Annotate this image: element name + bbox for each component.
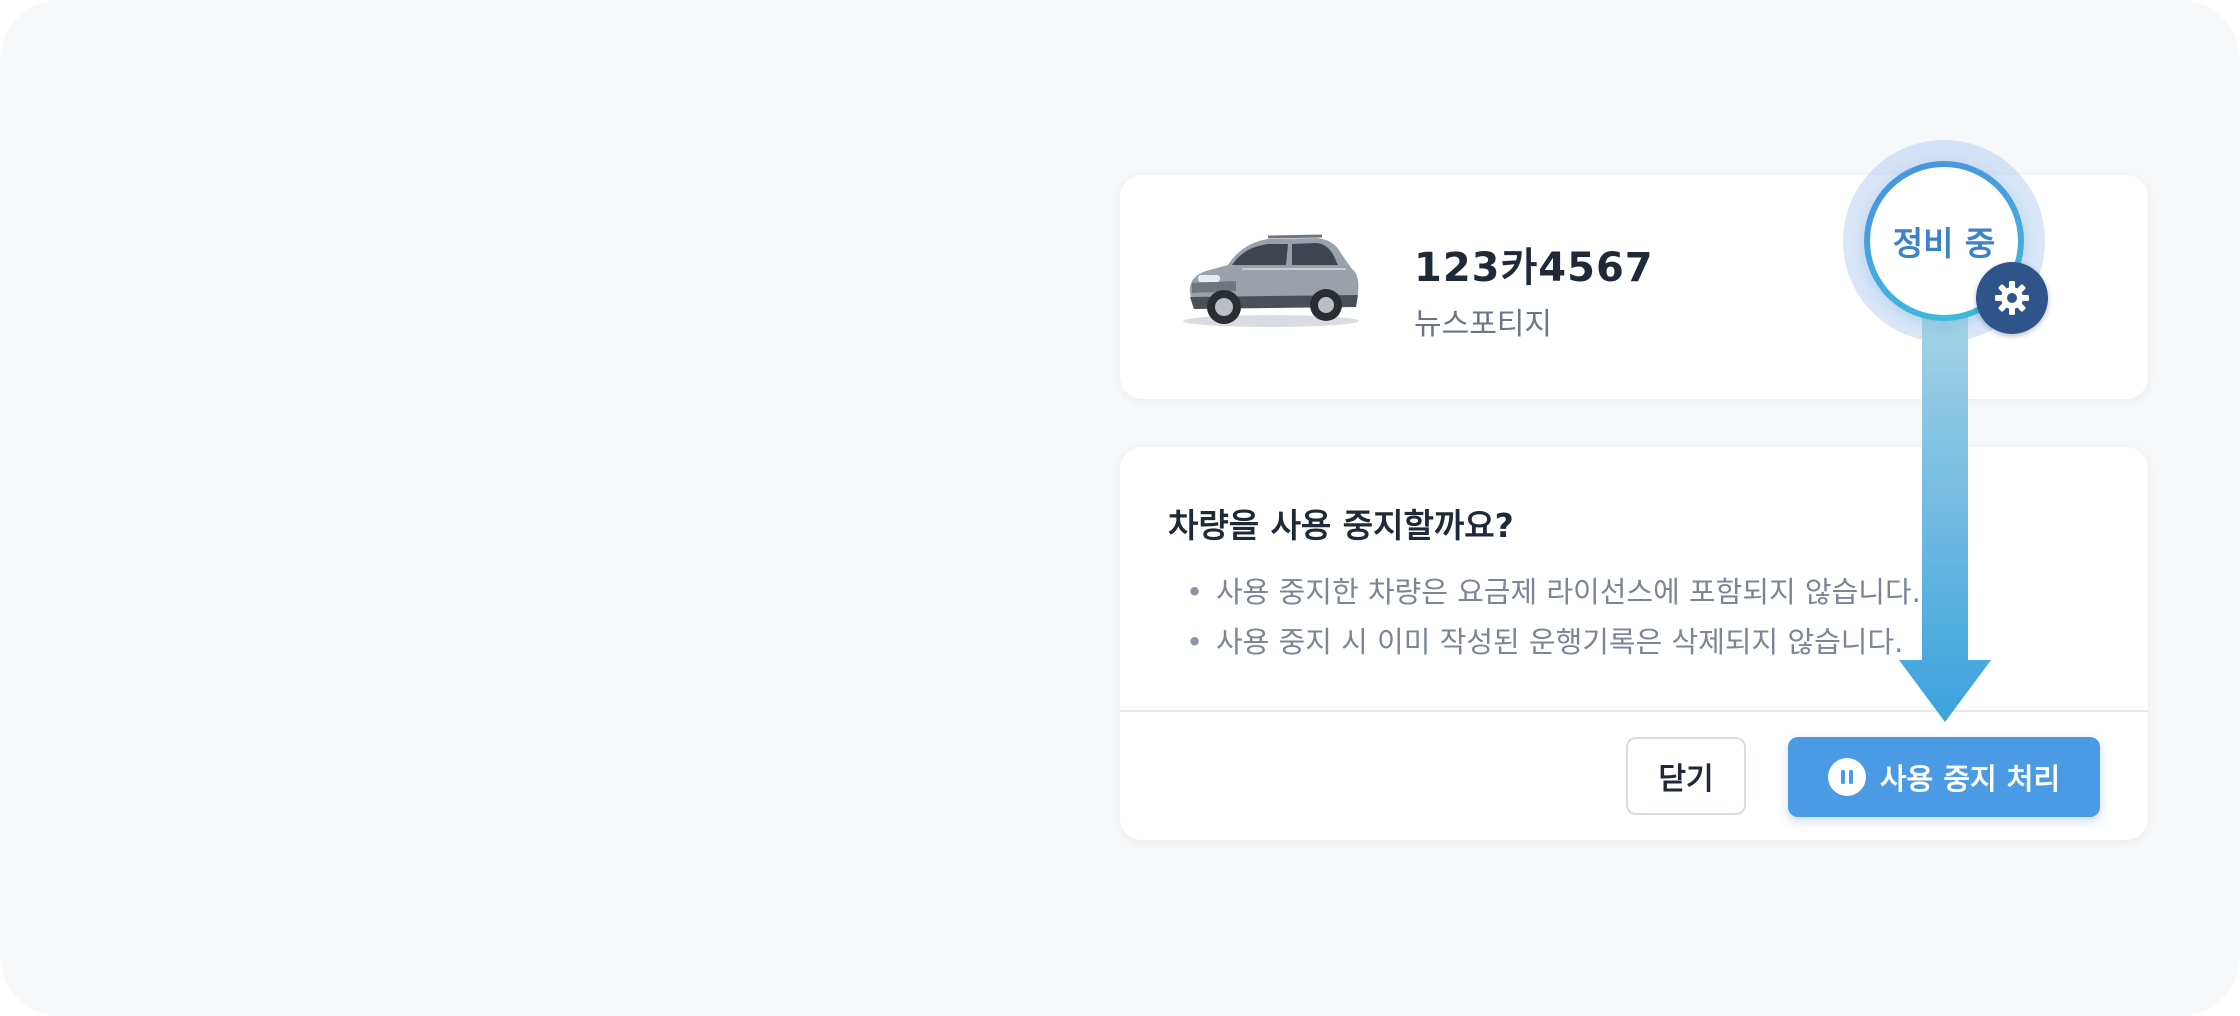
notice-item: • 사용 중지 시 이미 작성된 운행기록은 삭제되지 않습니다.: [1168, 617, 1921, 667]
pause-icon: [1827, 758, 1866, 796]
notice-list: • 사용 중지한 차량은 요금제 라이선스에 포함되지 않습니다. • 사용 중…: [1168, 567, 1921, 667]
vehicle-model: 뉴스포티지: [1414, 307, 1552, 342]
suspend-button-label: 사용 중지 처리: [1879, 762, 2061, 796]
gear-icon: [1976, 262, 2048, 334]
notice-item: • 사용 중지한 차량은 요금제 라이선스에 포함되지 않습니다.: [1168, 567, 1921, 617]
vehicle-plate: 123카4567: [1414, 245, 1654, 291]
suspend-button[interactable]: 사용 중지 처리: [1788, 737, 2100, 817]
car-image: [1183, 234, 1359, 327]
bullet-icon: •: [1186, 625, 1204, 659]
down-arrow-icon: [1899, 300, 1991, 722]
bullet-icon: •: [1186, 575, 1204, 609]
dialog-title: 차량을 사용 중지할까요?: [1168, 506, 1514, 545]
page-background: 123카4567 뉴스포티지 차량을 사용 중지할까요? • 사용 중지한 차량…: [0, 0, 2240, 1016]
notice-text: 사용 중지 시 이미 작성된 운행기록은 삭제되지 않습니다.: [1216, 625, 1904, 659]
status-badge-label: 정비 중: [1892, 224, 1996, 263]
close-button[interactable]: 닫기: [1626, 737, 1746, 815]
notice-text: 사용 중지한 차량은 요금제 라이선스에 포함되지 않습니다.: [1216, 575, 1921, 609]
